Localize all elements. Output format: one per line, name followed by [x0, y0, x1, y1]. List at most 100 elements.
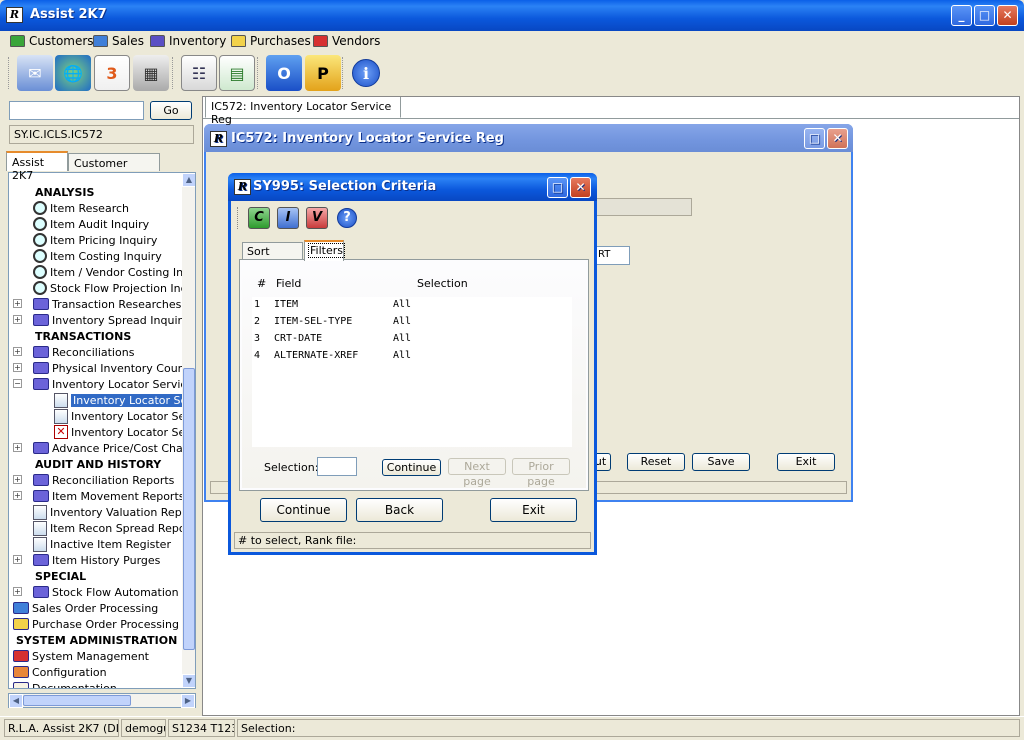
go-button[interactable]: Go [150, 101, 192, 120]
help-icon[interactable]: ? [337, 208, 357, 228]
expand-icon[interactable]: + [13, 299, 22, 308]
exit-button[interactable]: Exit [490, 498, 577, 522]
menu-customers[interactable]: Customers [10, 33, 94, 49]
rolodex-icon[interactable]: ☷ [181, 55, 217, 91]
tree-item[interactable]: Inventory Locator Serv [54, 392, 195, 408]
scroll-right-icon[interactable]: ▶ [181, 694, 195, 708]
document-tab[interactable]: IC572: Inventory Locator Service Reg [205, 97, 401, 126]
tree-item[interactable]: + Physical Inventory Count [13, 360, 189, 376]
filter-list[interactable]: 1 ITEM All 2 ITEM-SEL-TYPE All 3 CRT-DATE All 4 AL… [252, 297, 572, 447]
sy995-maximize-icon[interactable]: □ [547, 177, 568, 198]
menu-purchases[interactable]: Purchases [231, 33, 311, 49]
tree-item-label: Item Costing Inquiry [50, 249, 162, 263]
selection-input[interactable] [317, 457, 357, 476]
expand-icon[interactable]: + [13, 347, 22, 356]
tree-item[interactable]: + Reconciliations [13, 344, 134, 360]
h-scroll-thumb[interactable] [23, 695, 131, 706]
calculator-icon[interactable]: ▦ [133, 55, 169, 91]
inner-continue-button[interactable]: Continue [382, 459, 441, 476]
folder-icon [33, 442, 49, 454]
expand-icon[interactable]: + [13, 491, 22, 500]
ic572-reset-button[interactable]: Reset [627, 453, 685, 471]
menu-inventory[interactable]: Inventory [150, 33, 226, 49]
ic572-exit-button[interactable]: Exit [777, 453, 835, 471]
close-icon[interactable]: ✕ [997, 5, 1018, 26]
globe-icon[interactable]: 🌐 [55, 55, 91, 91]
scroll-up-icon[interactable]: ▲ [182, 173, 195, 187]
tree-item[interactable]: Item / Vendor Costing Inqu [33, 264, 195, 280]
tree-item-label: Sales Order Processing [32, 601, 159, 615]
magnifier-icon [33, 217, 47, 231]
ic572-field-2[interactable]: RT [594, 246, 630, 265]
report-icon[interactable]: ▤ [219, 55, 255, 91]
scroll-left-icon[interactable]: ◀ [9, 694, 23, 708]
tab-sort-order[interactable]: Sort Order [242, 242, 303, 271]
tree-item[interactable]: + Reconciliation Reports [13, 472, 174, 488]
tree-item-label: Transaction Researches [52, 297, 182, 311]
ic572-save-button[interactable]: Save [692, 453, 750, 471]
expand-icon[interactable]: + [13, 475, 22, 484]
tree-item[interactable]: Inventory Locator Serv [54, 408, 195, 424]
tree-item[interactable]: Sales Order Processing [13, 600, 158, 616]
tree-item[interactable]: TRANSACTIONS [33, 328, 131, 344]
collapse-icon[interactable]: − [13, 379, 22, 388]
ic572-field-1[interactable] [594, 198, 692, 216]
continue-button[interactable]: Continue [260, 498, 347, 522]
outlook-icon[interactable]: O [266, 55, 302, 91]
menu-search-input[interactable] [9, 101, 144, 120]
tree-item[interactable]: System Management [13, 648, 149, 664]
sy995-close-icon[interactable]: ✕ [570, 177, 591, 198]
expand-icon[interactable]: + [13, 555, 22, 564]
scroll-thumb[interactable] [183, 368, 195, 650]
minimize-icon[interactable]: _ [951, 5, 972, 26]
tree-item[interactable]: Inventory Valuation Report [33, 504, 195, 520]
maximize-icon[interactable]: □ [974, 5, 995, 26]
tree-item[interactable]: ✕ Inventory Locator Serv [54, 424, 195, 440]
menu-sales[interactable]: Sales [93, 33, 144, 49]
tree-item[interactable]: AUDIT AND HISTORY [33, 456, 161, 472]
info-icon[interactable]: i [352, 59, 380, 87]
tree-item[interactable]: Item Recon Spread Report [33, 520, 194, 536]
calendar-icon[interactable]: 3 [94, 55, 130, 91]
tree-item[interactable]: Documentation [13, 680, 117, 688]
expand-icon[interactable]: + [13, 315, 22, 324]
tree-item[interactable]: Item Audit Inquiry [33, 216, 149, 232]
tree-item[interactable]: + Item Movement Reports [13, 488, 185, 504]
tree-item[interactable]: SYSTEM ADMINISTRATION [13, 632, 177, 648]
tree-item[interactable]: − Inventory Locator Service [13, 376, 193, 392]
menu-vendors[interactable]: Vendors [313, 33, 380, 49]
prior-page-button[interactable]: Prior page [512, 458, 570, 488]
tree-item[interactable]: + Stock Flow Automation [13, 584, 179, 600]
tree-item[interactable]: Item Pricing Inquiry [33, 232, 157, 248]
tab-filters[interactable]: Filters [304, 240, 345, 261]
c-tool-icon[interactable]: C [248, 207, 270, 229]
expand-icon[interactable]: + [13, 587, 22, 596]
tree-item[interactable]: Item Costing Inquiry [33, 248, 162, 264]
tree-item[interactable]: + Inventory Spread Inquiries [13, 312, 195, 328]
tree-vertical-scrollbar[interactable]: ▲ ▼ [182, 173, 195, 688]
expand-icon[interactable]: + [13, 363, 22, 372]
i-tool-icon[interactable]: I [277, 207, 299, 229]
back-button[interactable]: Back [356, 498, 443, 522]
tree-item[interactable]: + Advance Price/Cost Chang [13, 440, 195, 456]
v-tool-icon[interactable]: V [306, 207, 328, 229]
tree-item[interactable]: SPECIAL [33, 568, 86, 584]
tab-customer-service[interactable]: Customer Service [68, 153, 160, 183]
tree-item[interactable]: + Item History Purges [13, 552, 160, 568]
tree-horizontal-scrollbar[interactable]: ◀ ▶ [8, 693, 196, 708]
tree-item[interactable]: Item Research [33, 200, 129, 216]
ic572-close-icon[interactable]: ✕ [827, 128, 848, 149]
scroll-down-icon[interactable]: ▼ [182, 674, 195, 688]
expand-icon[interactable]: + [13, 443, 22, 452]
tab-assist-2k7[interactable]: Assist 2K7 [6, 151, 68, 182]
next-page-button[interactable]: Next page [448, 458, 506, 488]
tree-item[interactable]: Stock Flow Projection Inqui [33, 280, 195, 296]
tree-item[interactable]: Configuration [13, 664, 107, 680]
tree-item[interactable]: Inactive Item Register [33, 536, 171, 552]
ic572-maximize-icon[interactable]: □ [804, 128, 825, 149]
tree-item[interactable]: Purchase Order Processing [13, 616, 179, 632]
mail-icon[interactable]: ✉ [17, 55, 53, 91]
tree-item[interactable]: + Transaction Researches [13, 296, 182, 312]
tree-item[interactable]: ANALYSIS [33, 184, 94, 200]
pointer-icon[interactable]: P [305, 55, 341, 91]
